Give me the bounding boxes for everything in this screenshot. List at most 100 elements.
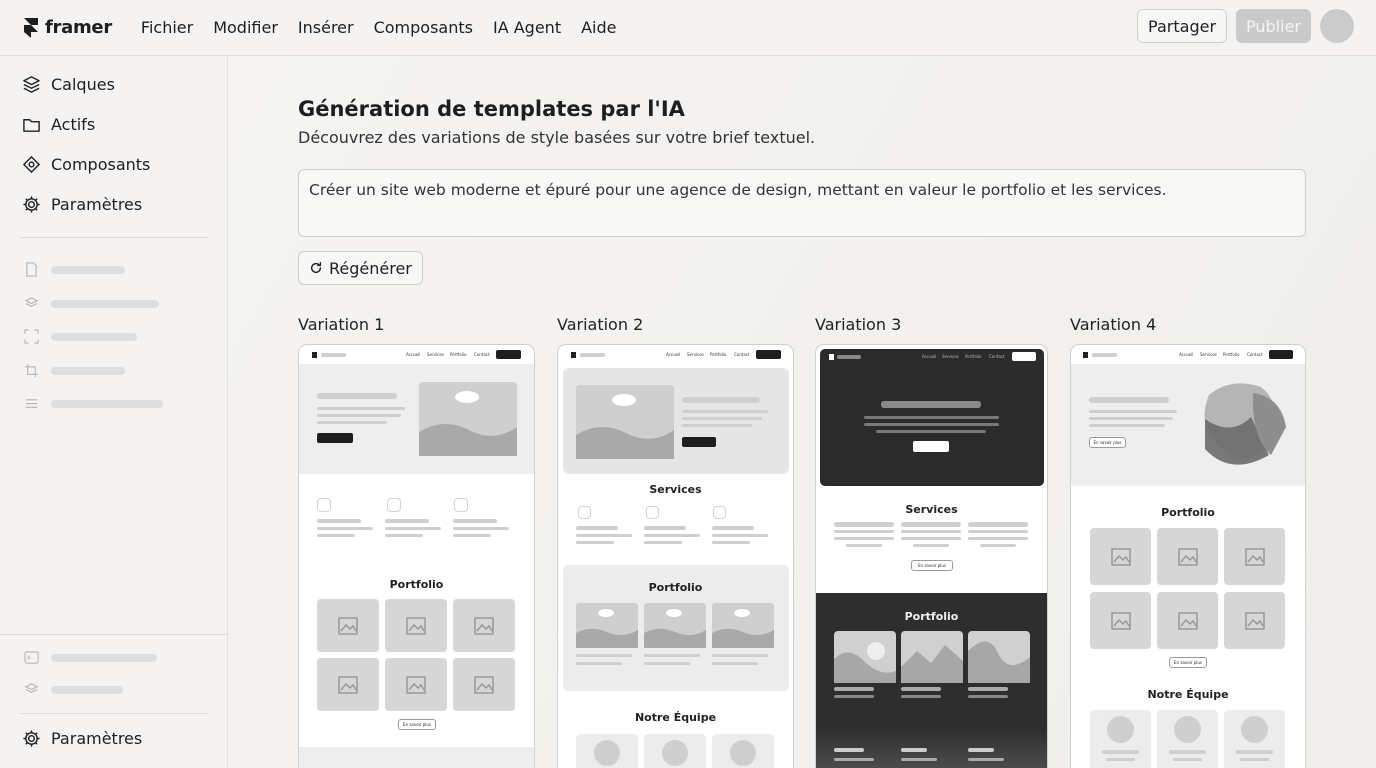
sidebar-item-actifs[interactable]: Actifs bbox=[22, 115, 95, 134]
image-placeholder-icon bbox=[901, 631, 963, 683]
menu-modifier[interactable]: Modifier bbox=[213, 18, 278, 37]
mock-cta-pill: En savoir plus bbox=[1089, 437, 1126, 448]
mock-text-line bbox=[1169, 750, 1206, 754]
mock-cta-label: En savoir plus bbox=[1174, 660, 1202, 665]
frame-icon bbox=[24, 329, 39, 344]
prompt-textarea[interactable]: Créer un site web moderne et épuré pour … bbox=[298, 169, 1306, 237]
mock-nav-item: Accueil bbox=[406, 352, 421, 357]
sidebar-placeholder-row bbox=[24, 363, 125, 378]
terminal-icon bbox=[24, 651, 39, 664]
mock-text-line bbox=[834, 530, 894, 533]
image-icon bbox=[338, 616, 358, 635]
sidebar: Calques Actifs Composants Paramètres Par… bbox=[0, 56, 228, 768]
mock-cta-pill: En savoir plus bbox=[1169, 657, 1207, 668]
portfolio-thumb bbox=[317, 599, 379, 652]
mock-cta-label: En savoir plus bbox=[1093, 440, 1122, 445]
mock-nav-item: Services bbox=[687, 352, 704, 357]
mock-text-line bbox=[682, 424, 752, 427]
mock-text-line bbox=[385, 527, 441, 530]
team-avatar bbox=[1174, 716, 1201, 743]
mini-logo-icon bbox=[312, 352, 317, 358]
mock-nav-item: Portfolio bbox=[1223, 352, 1240, 357]
avatar[interactable] bbox=[1320, 9, 1354, 43]
mock-text-line bbox=[317, 407, 405, 410]
image-icon bbox=[1244, 547, 1265, 566]
mock-nav-item: Portfolio bbox=[965, 354, 982, 359]
sidebar-item-composants[interactable]: Composants bbox=[22, 155, 150, 174]
portfolio-thumb bbox=[1090, 528, 1151, 585]
sidebar-placeholder-row bbox=[24, 650, 157, 665]
mock-cta bbox=[682, 437, 716, 447]
variation-card-2[interactable]: Accueil Services Portfolio Contact Servi… bbox=[557, 344, 794, 768]
mock-text-line bbox=[834, 748, 864, 752]
sidebar-item-label: Paramètres bbox=[51, 729, 143, 748]
mock-text-line bbox=[385, 534, 423, 537]
sidebar-item-parametres[interactable]: Paramètres bbox=[22, 195, 142, 214]
mock-text-line bbox=[682, 397, 760, 403]
mock-text-line bbox=[901, 522, 961, 527]
portfolio-thumb bbox=[1224, 592, 1285, 649]
layers-icon bbox=[24, 683, 39, 693]
mock-text-line bbox=[901, 537, 961, 540]
regenerate-button[interactable]: Régénérer bbox=[298, 251, 423, 285]
publish-button[interactable]: Publier bbox=[1236, 9, 1311, 43]
sidebar-item-label: Actifs bbox=[51, 115, 96, 134]
main-panel: Génération de templates par l'IA Découvr… bbox=[229, 56, 1376, 768]
mock-nav-item: Services bbox=[1200, 352, 1217, 357]
variation-card-3[interactable]: Accueil Services Portfolio Contact Servi… bbox=[815, 344, 1048, 768]
mock-footer bbox=[299, 747, 534, 768]
mock-text-line bbox=[834, 522, 894, 527]
menu-fichier[interactable]: Fichier bbox=[141, 18, 193, 37]
mock-text-line bbox=[901, 687, 941, 691]
variation-label: Variation 4 bbox=[1070, 315, 1157, 334]
mock-cta bbox=[913, 441, 949, 452]
mock-section-title: Services bbox=[905, 503, 958, 516]
framer-logo[interactable]: framer bbox=[23, 17, 112, 39]
menu-bar: Fichier Modifier Insérer Composants IA A… bbox=[141, 18, 637, 37]
team-avatar bbox=[662, 740, 688, 766]
sidebar-placeholder-row bbox=[24, 396, 163, 411]
page-icon bbox=[26, 262, 37, 277]
share-button[interactable]: Partager bbox=[1137, 9, 1228, 43]
mock-nav-item: Contact bbox=[474, 352, 490, 357]
mock-section-title: Portfolio bbox=[1161, 506, 1215, 519]
mock-text-line bbox=[317, 421, 387, 424]
menu-composants[interactable]: Composants bbox=[374, 18, 473, 37]
sidebar-item-calques[interactable]: Calques bbox=[22, 75, 115, 94]
mock-nav-item: Contact bbox=[989, 354, 1005, 359]
variation-card-1[interactable]: Accueil Services Portfolio Contact Portf… bbox=[298, 344, 535, 768]
team-card bbox=[1224, 710, 1285, 768]
layers-icon bbox=[24, 297, 39, 307]
mock-text-line bbox=[968, 695, 1008, 698]
mock-text-line bbox=[576, 662, 622, 665]
portfolio-thumb bbox=[453, 658, 515, 711]
mini-logo-text bbox=[580, 353, 605, 357]
team-avatar bbox=[1107, 716, 1134, 743]
mock-text-line bbox=[712, 526, 754, 530]
sidebar-item-parametres-bottom[interactable]: Paramètres bbox=[22, 729, 142, 748]
mock-section-title: Portfolio bbox=[904, 610, 959, 623]
variation-card-4[interactable]: Accueil Services Portfolio Contact En sa… bbox=[1070, 344, 1306, 768]
mock-text-line bbox=[317, 519, 361, 523]
mock-nav-item: Accueil bbox=[922, 354, 937, 359]
component-icon bbox=[22, 155, 41, 174]
menu-ia-agent[interactable]: IA Agent bbox=[493, 18, 561, 37]
mock-text-line bbox=[834, 758, 874, 761]
sidebar-placeholder-row bbox=[24, 296, 159, 311]
mock-text-line bbox=[682, 410, 768, 413]
sidebar-divider bbox=[20, 237, 208, 238]
portfolio-thumb bbox=[385, 658, 447, 711]
image-placeholder-icon bbox=[834, 631, 896, 683]
sidebar-divider bbox=[0, 634, 227, 635]
mock-text-line bbox=[968, 687, 1008, 691]
mock-text-line bbox=[834, 537, 894, 540]
team-avatar bbox=[1241, 716, 1268, 743]
mock-cta-pill: En savoir plus bbox=[911, 560, 953, 571]
menu-aide[interactable]: Aide bbox=[581, 18, 616, 37]
menu-inserer[interactable]: Insérer bbox=[298, 18, 354, 37]
mock-text-line bbox=[1089, 417, 1173, 420]
layers-icon bbox=[23, 76, 40, 93]
image-icon bbox=[474, 616, 494, 635]
mock-text-line bbox=[968, 537, 1028, 540]
mock-text-line bbox=[682, 417, 762, 420]
